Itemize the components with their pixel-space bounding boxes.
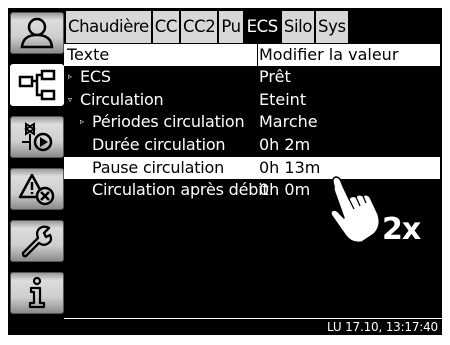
column-header-value: Modifier la valeur [259,45,399,64]
expand-arrow-icon[interactable]: ▹ [68,66,72,89]
tab-bar: Chaudière CC CC2 Pu ECS Silo Sys [66,11,350,43]
column-separator [257,44,258,66]
row-value: 0h 0m [259,180,311,200]
tab-pu[interactable]: Pu [219,11,243,43]
row-label: Périodes circulation [92,112,245,132]
row-label: Pause circulation [92,157,225,177]
row-value: Prêt [259,67,291,86]
tap-count-label: 2x [382,212,421,247]
table-row-circulation[interactable]: ▿ Circulation Eteint [64,89,440,112]
row-label: Circulation [80,89,164,109]
row-value: Marche [259,112,318,132]
warning-icon [18,173,55,206]
table-row-ecs[interactable]: ▹ ECS Prêt [64,66,440,89]
tab-cc2[interactable]: CC2 [180,11,218,43]
user-icon [20,17,54,49]
table-header: Texte Modifier la valeur [64,44,440,66]
table-row-duree-circulation[interactable]: Durée circulation 0h 2m [64,134,440,157]
sidebar-item-warning[interactable] [10,168,64,210]
controller-screen: Chaudière CC CC2 Pu ECS Silo Sys Texte M… [8,8,442,335]
info-icon [28,276,46,309]
sidebar-item-info[interactable] [10,272,64,314]
row-value: 0h 13m [259,157,321,177]
pump-valve-icon [22,122,53,152]
row-label: Durée circulation [92,135,226,155]
tab-silo[interactable]: Silo [281,11,315,43]
status-bar: LU 17.10, 13:17:40 [64,318,442,335]
tap-hand-icon [319,168,381,244]
tap-gesture-hint: 2x [318,168,438,263]
table-row-periodes-circulation[interactable]: ▹ Périodes circulation Marche [64,111,440,134]
row-value: Eteint [259,89,307,109]
hierarchy-icon [18,69,56,101]
row-label: Circulation après débit [92,180,269,200]
sidebar-item-user[interactable] [10,12,64,54]
tab-ecs[interactable]: ECS [244,11,280,43]
date-time-display: LU 17.10, 13:17:40 [327,320,438,334]
tab-sys[interactable]: Sys [316,11,348,43]
column-header-text: Texte [67,45,110,64]
wrench-icon [21,225,53,258]
expand-arrow-icon[interactable]: ▹ [80,111,84,134]
row-value: 0h 2m [259,135,311,155]
sidebar [10,12,66,318]
sidebar-item-service[interactable] [10,220,64,262]
tab-chaudiere[interactable]: Chaudière [66,11,151,43]
collapse-arrow-icon[interactable]: ▿ [68,89,72,112]
row-label: ECS [80,67,111,86]
sidebar-item-pump[interactable] [10,116,64,158]
tab-cc[interactable]: CC [152,11,179,43]
sidebar-item-hierarchy[interactable] [10,64,64,106]
